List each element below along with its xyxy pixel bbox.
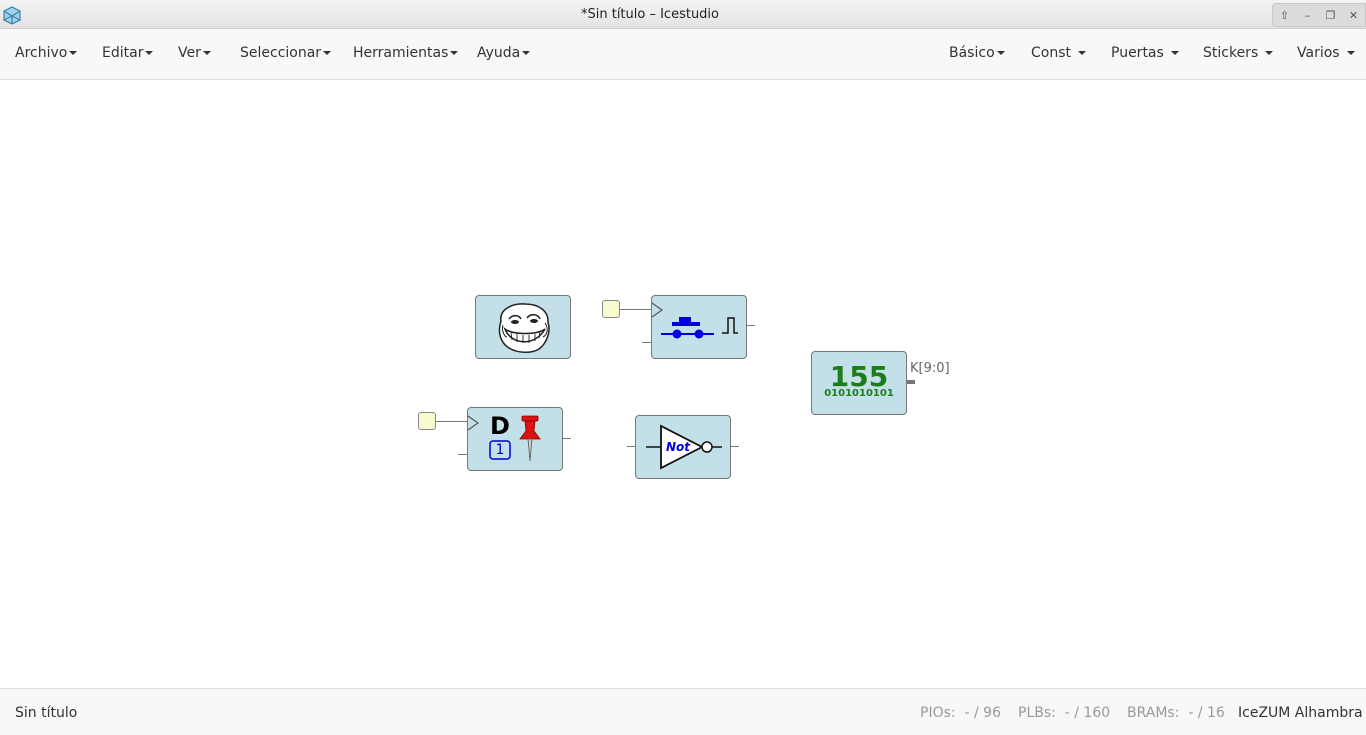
constant-block[interactable]: 155 0101010101 <box>811 351 907 415</box>
status-bar: Sin título PIOs: - / 96 PLBs: - / 160 BR… <box>0 688 1366 735</box>
clock-input-port[interactable] <box>418 412 436 430</box>
menu-label: Herramientas <box>353 45 449 61</box>
window-title: *Sin título – Icestudio <box>580 7 720 22</box>
caret-down-icon <box>323 51 332 55</box>
menu-archivo[interactable]: Archivo <box>15 45 78 61</box>
status-board[interactable]: IceZUM Alhambra <box>1238 705 1363 721</box>
status-pios: PIOs: - / 96 <box>920 705 1001 721</box>
menu-puertas[interactable]: Puertas <box>1111 45 1179 61</box>
caret-down-icon <box>69 51 78 55</box>
pios-value: - / 96 <box>964 705 1001 721</box>
dff-init-value: 1 <box>495 442 505 458</box>
menu-const[interactable]: Const <box>1031 45 1086 61</box>
menu-label: Ver <box>178 45 201 61</box>
menu-seleccionar[interactable]: Seleccionar <box>240 45 332 61</box>
menu-basico[interactable]: Básico <box>949 45 1005 61</box>
caret-down-icon <box>1265 51 1274 55</box>
constant-binary: 0101010101 <box>824 388 894 399</box>
caret-down-icon <box>450 51 459 55</box>
maximize-window-icon[interactable]: ❐ <box>1322 9 1340 22</box>
troll-sticker-block[interactable] <box>475 295 571 359</box>
dff-block[interactable]: D 1 <box>467 407 563 471</box>
menu-label: Ayuda <box>477 45 521 61</box>
menu-ver[interactable]: Ver <box>178 45 211 61</box>
shade-window-icon[interactable]: ⇧ <box>1276 9 1294 22</box>
caret-down-icon <box>1346 51 1355 55</box>
troll-face-icon <box>498 303 550 353</box>
plbs-value: - / 160 <box>1064 705 1111 721</box>
clock-wire <box>620 309 651 310</box>
dff-label: D <box>490 412 510 440</box>
menu-editar[interactable]: Editar <box>102 45 154 61</box>
constant-port-label: K[9:0] <box>910 361 950 376</box>
brams-value: - / 16 <box>1188 705 1225 721</box>
menu-label: Varios <box>1297 45 1340 61</box>
status-file-name: Sin título <box>15 705 78 721</box>
caret-down-icon <box>202 51 211 55</box>
menu-ayuda[interactable]: Ayuda <box>477 45 531 61</box>
menu-label: Archivo <box>15 45 68 61</box>
caret-down-icon <box>145 51 154 55</box>
status-plbs: PLBs: - / 160 <box>1018 705 1110 721</box>
clock-input-port[interactable] <box>602 300 620 318</box>
push-button-icon <box>652 302 738 339</box>
menu-label: Const <box>1031 45 1071 61</box>
menu-label: Stickers <box>1203 45 1259 61</box>
caret-down-icon <box>522 51 531 55</box>
input-pin <box>627 446 635 447</box>
clock-wire <box>436 421 467 422</box>
pushpin-icon <box>519 415 541 462</box>
minimize-window-icon[interactable]: – <box>1299 9 1317 22</box>
menu-stickers[interactable]: Stickers <box>1203 45 1274 61</box>
brams-label: BRAMs: <box>1127 705 1180 721</box>
design-canvas[interactable]: 155 0101010101 K[9:0] D 1 Not <box>0 80 1366 688</box>
plbs-label: PLBs: <box>1018 705 1056 721</box>
input-pin <box>642 342 651 343</box>
menu-herramientas[interactable]: Herramientas <box>353 45 459 61</box>
not-gate-block[interactable]: Not <box>635 415 731 479</box>
menu-bar: Archivo Editar Ver Seleccionar Herramien… <box>0 29 1366 80</box>
menu-label: Básico <box>949 45 995 61</box>
output-pin <box>563 438 571 439</box>
menu-label: Editar <box>102 45 144 61</box>
not-gate-label: Not <box>665 440 691 454</box>
menu-varios[interactable]: Varios <box>1297 45 1355 61</box>
caret-down-icon <box>996 51 1005 55</box>
window-controls: ⇧ – ❐ ✕ <box>1272 3 1366 27</box>
title-bar: *Sin título – Icestudio ⇧ – ❐ ✕ <box>0 0 1366 29</box>
button-pulse-block[interactable] <box>651 295 747 359</box>
caret-down-icon <box>1170 51 1179 55</box>
caret-down-icon <box>1078 51 1086 55</box>
input-pin <box>458 454 467 455</box>
output-pin <box>747 325 755 326</box>
menu-label: Seleccionar <box>240 45 322 61</box>
close-window-icon[interactable]: ✕ <box>1345 9 1363 22</box>
constant-output-pin <box>907 380 915 384</box>
pios-label: PIOs: <box>920 705 956 721</box>
output-pin <box>731 446 739 447</box>
status-brams: BRAMs: - / 16 <box>1127 705 1225 721</box>
menu-label: Puertas <box>1111 45 1164 61</box>
